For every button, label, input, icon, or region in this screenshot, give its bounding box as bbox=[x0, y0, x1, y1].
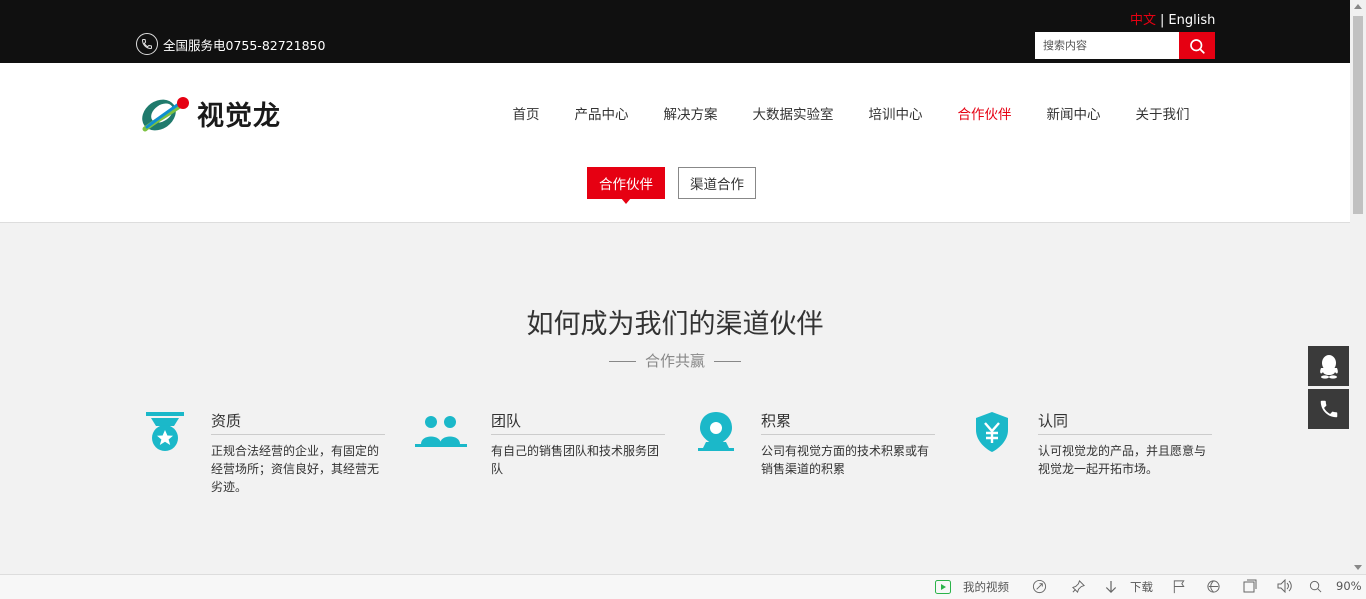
search-button[interactable] bbox=[1179, 32, 1215, 59]
feature-desc: 有自己的销售团队和技术服务团队 bbox=[491, 444, 660, 476]
sub-tabs: 合作伙伴 渠道合作 bbox=[587, 167, 756, 204]
feature-recognition: 认同 认可视觉龙的产品，并且愿意与视觉龙一起开拓市场。 bbox=[972, 410, 1212, 478]
scroll-up-arrow[interactable] bbox=[1354, 4, 1362, 9]
feature-desc: 认可视觉龙的产品，并且愿意与视觉龙一起开拓市场。 bbox=[1038, 444, 1207, 476]
feature-desc: 公司有视觉方面的技术积累或有销售渠道的积累 bbox=[761, 444, 930, 476]
ie-mode-icon[interactable] bbox=[1206, 579, 1221, 594]
zoom-level: 90% bbox=[1336, 579, 1362, 593]
feature-title: 团队 bbox=[491, 410, 665, 435]
phone-icon bbox=[1320, 400, 1337, 418]
nav-about[interactable]: 关于我们 bbox=[1118, 103, 1207, 123]
top-bar: 中文 | English 全国服务电0755-82721850 bbox=[0, 0, 1350, 63]
zoom-control[interactable]: 90% bbox=[1309, 579, 1362, 593]
language-switcher: 中文 | English bbox=[1130, 9, 1215, 28]
lang-chinese-link[interactable]: 中文 bbox=[1130, 13, 1156, 28]
feature-qualification: 资质 正规合法经营的企业，有固定的经营场所；资信良好，其经营无劣迹。 bbox=[145, 410, 385, 496]
site-header: 视觉龙 首页 产品中心 解决方案 大数据实验室 培训中心 合作伙伴 新闻中心 关… bbox=[0, 63, 1350, 223]
main-nav: 首页 产品中心 解决方案 大数据实验室 培训中心 合作伙伴 新闻中心 关于我们 bbox=[495, 103, 1207, 123]
nav-big-data-lab[interactable]: 大数据实验室 bbox=[735, 103, 851, 123]
yuan-shield-icon bbox=[972, 410, 1012, 454]
section-subtitle: 合作共赢 bbox=[0, 350, 1350, 371]
nav-home[interactable]: 首页 bbox=[495, 103, 557, 123]
feature-body: 资质 正规合法经营的企业，有固定的经营场所；资信良好，其经营无劣迹。 bbox=[211, 410, 385, 496]
zoom-search-icon bbox=[1309, 580, 1322, 592]
nav-training[interactable]: 培训中心 bbox=[851, 103, 940, 123]
browser-status-bar: 我的视频 下载 90% bbox=[0, 574, 1366, 599]
page-scrollbar[interactable] bbox=[1350, 0, 1366, 574]
phone-icon bbox=[136, 33, 158, 55]
location-pin-icon bbox=[696, 410, 736, 454]
download-item[interactable]: 下载 bbox=[1104, 579, 1153, 595]
accelerate-icon[interactable] bbox=[1032, 579, 1047, 594]
feature-accumulation: 积累 公司有视觉方面的技术积累或有销售渠道的积累 bbox=[696, 410, 935, 478]
search-box bbox=[1035, 32, 1215, 59]
feature-body: 团队 有自己的销售团队和技术服务团队 bbox=[491, 410, 665, 478]
logo-text: 视觉龙 bbox=[197, 100, 281, 132]
nav-solutions[interactable]: 解决方案 bbox=[646, 103, 735, 123]
feature-body: 积累 公司有视觉方面的技术积累或有销售渠道的积累 bbox=[761, 410, 935, 478]
subtitle-line-left bbox=[608, 361, 636, 362]
my-video-label: 我的视频 bbox=[963, 580, 1009, 594]
lang-english-link[interactable]: English bbox=[1168, 13, 1215, 28]
feature-body: 认同 认可视觉龙的产品，并且愿意与视觉龙一起开拓市场。 bbox=[1038, 410, 1212, 478]
feature-title: 认同 bbox=[1038, 410, 1212, 435]
nav-news[interactable]: 新闻中心 bbox=[1029, 103, 1118, 123]
phone-number: 全国服务电0755-82721850 bbox=[163, 37, 326, 53]
tab-channel[interactable]: 渠道合作 bbox=[678, 167, 756, 199]
section-title: 如何成为我们的渠道伙伴 bbox=[526, 309, 824, 340]
logo-icon bbox=[142, 97, 189, 132]
search-input[interactable] bbox=[1035, 32, 1179, 59]
pin-icon[interactable] bbox=[1071, 579, 1086, 594]
lang-separator: | bbox=[1160, 13, 1165, 28]
volume-icon[interactable] bbox=[1277, 579, 1293, 593]
phone-contact-button[interactable] bbox=[1308, 389, 1349, 429]
logo[interactable]: 视觉龙 bbox=[137, 91, 281, 135]
search-icon bbox=[1190, 38, 1205, 54]
subtitle-text: 合作共赢 bbox=[644, 352, 705, 370]
feature-title: 积累 bbox=[761, 410, 935, 435]
feature-desc: 正规合法经营的企业，有固定的经营场所；资信良好，其经营无劣迹。 bbox=[211, 444, 380, 494]
flag-icon[interactable] bbox=[1172, 579, 1186, 594]
download-label: 下载 bbox=[1130, 580, 1153, 594]
qq-contact-button[interactable] bbox=[1308, 346, 1349, 386]
feature-title: 资质 bbox=[211, 410, 385, 435]
medal-icon bbox=[145, 410, 185, 454]
download-icon bbox=[1105, 580, 1117, 593]
my-video-item[interactable]: 我的视频 bbox=[935, 579, 1009, 595]
scroll-thumb[interactable] bbox=[1353, 16, 1363, 214]
qq-icon bbox=[1319, 355, 1338, 379]
subtitle-line-right bbox=[714, 361, 741, 362]
team-icon bbox=[415, 410, 467, 454]
nav-partners[interactable]: 合作伙伴 bbox=[940, 103, 1029, 123]
scroll-down-arrow[interactable] bbox=[1354, 565, 1362, 570]
service-phone: 全国服务电0755-82721850 bbox=[136, 33, 325, 55]
feature-team: 团队 有自己的销售团队和技术服务团队 bbox=[415, 410, 665, 478]
window-icon[interactable] bbox=[1243, 579, 1257, 593]
tab-partners[interactable]: 合作伙伴 bbox=[587, 167, 665, 204]
video-play-icon bbox=[935, 580, 951, 594]
nav-products[interactable]: 产品中心 bbox=[557, 103, 646, 123]
